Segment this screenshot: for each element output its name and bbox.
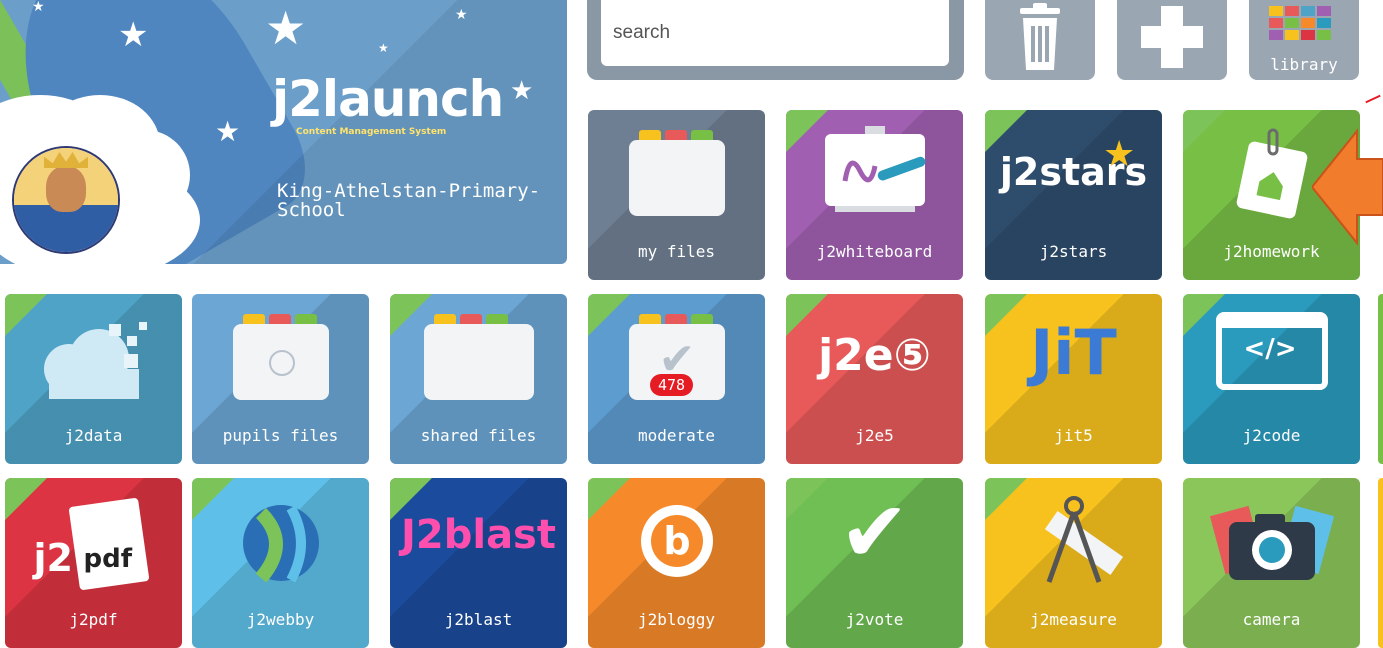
j2launch-logo: j2launch: [272, 70, 504, 128]
pdf-icon: j2 pdf: [34, 496, 154, 596]
tile-label: j2whiteboard: [816, 242, 933, 261]
bloggy-icon: b: [632, 496, 722, 590]
trash-button[interactable]: [985, 0, 1095, 80]
star-icon: ★: [118, 15, 149, 55]
tile-label: moderate: [637, 426, 716, 445]
tile-label: j2measure: [1030, 610, 1117, 629]
star-icon: ★: [455, 7, 468, 23]
tile-pupils-files[interactable]: pupils files: [192, 294, 369, 464]
shared-folder-icon: [423, 310, 534, 400]
tile-label: j2webby: [246, 610, 315, 629]
tile-moderate[interactable]: ✔ 478 moderate: [588, 294, 765, 464]
add-button[interactable]: [1117, 0, 1227, 80]
star-icon: ★: [215, 115, 241, 148]
tile-j2stars[interactable]: j2stars ★ j2stars: [985, 110, 1162, 280]
tile-label: camera: [1242, 610, 1301, 629]
tile-label: j2pdf: [69, 610, 118, 629]
orange-arrow-icon: [1312, 128, 1383, 246]
tile-label: j2data: [64, 426, 123, 445]
tile-edge: [1378, 478, 1383, 648]
data-cloud-icon: [29, 314, 159, 408]
folder-icon: [628, 126, 725, 216]
tile-j2code[interactable]: </> j2code: [1183, 294, 1360, 464]
library-button[interactable]: library: [1249, 0, 1359, 80]
tile-label: shared files: [420, 426, 537, 445]
tile-label: j2blast: [444, 610, 513, 629]
star-icon: ★: [510, 76, 534, 106]
trash-icon: [1020, 3, 1060, 70]
tile-edge: [1378, 294, 1383, 464]
svg-text:b: b: [663, 519, 690, 563]
tile-jit5[interactable]: JiT jit5: [985, 294, 1162, 464]
logo-subtitle: Content Management System: [296, 127, 447, 137]
tile-j2whiteboard[interactable]: j2whiteboard: [786, 110, 963, 280]
tile-my-files[interactable]: my files: [588, 110, 765, 280]
jit-logo: JiT: [1030, 316, 1117, 389]
tile-label: pupils files: [222, 426, 339, 445]
pupils-folder-icon: [232, 310, 329, 400]
tile-label: j2code: [1242, 426, 1301, 445]
tile-label: j2e5: [855, 426, 894, 445]
plus-icon: [1141, 6, 1203, 68]
whiteboard-icon: [815, 126, 935, 230]
tile-j2blast[interactable]: J2blast j2blast: [390, 478, 567, 648]
tile-camera[interactable]: camera: [1183, 478, 1360, 648]
school-crest-icon: [12, 146, 120, 254]
library-grid-icon: [1269, 6, 1331, 40]
tile-j2e5[interactable]: j2e⑤ j2e5: [786, 294, 963, 464]
tile-j2webby[interactable]: j2webby: [192, 478, 369, 648]
star-icon: ★: [1103, 134, 1136, 175]
tile-label: j2bloggy: [637, 610, 716, 629]
j2blast-logo: J2blast: [401, 512, 556, 558]
webby-globe-icon: [236, 498, 326, 592]
search-input[interactable]: [601, 0, 949, 66]
tile-label: my files: [637, 242, 716, 261]
compass-ruler-icon: [1019, 492, 1129, 596]
checkmark-icon: ✔: [839, 483, 910, 581]
homework-icon: [1227, 126, 1317, 230]
school-name: King-Athelstan-Primary-School: [277, 180, 541, 221]
tile-j2measure[interactable]: j2measure: [985, 478, 1162, 648]
tile-label: jit5: [1054, 426, 1093, 445]
red-mark: [1365, 94, 1381, 104]
j2e5-logo: j2e⑤: [818, 330, 931, 381]
code-window-icon: </>: [1215, 312, 1328, 390]
library-label: library: [1270, 55, 1338, 74]
tile-label: j2vote: [845, 610, 904, 629]
tile-shared-files[interactable]: shared files: [390, 294, 567, 464]
star-icon: ★: [32, 0, 45, 15]
tile-j2pdf[interactable]: j2 pdf j2pdf: [5, 478, 182, 648]
star-icon: ★: [265, 1, 307, 55]
tile-j2data[interactable]: j2data: [5, 294, 182, 464]
tile-label: j2stars: [1039, 242, 1108, 261]
star-icon: ★: [378, 41, 389, 55]
school-banner: ★ ★ ★ ★ ★ ★ ★ j2launch Content Managemen…: [0, 0, 567, 264]
tile-j2vote[interactable]: ✔ j2vote: [786, 478, 963, 648]
camera-icon: [1207, 500, 1337, 594]
tile-j2bloggy[interactable]: b j2bloggy: [588, 478, 765, 648]
moderate-count-badge: 478: [650, 374, 694, 396]
